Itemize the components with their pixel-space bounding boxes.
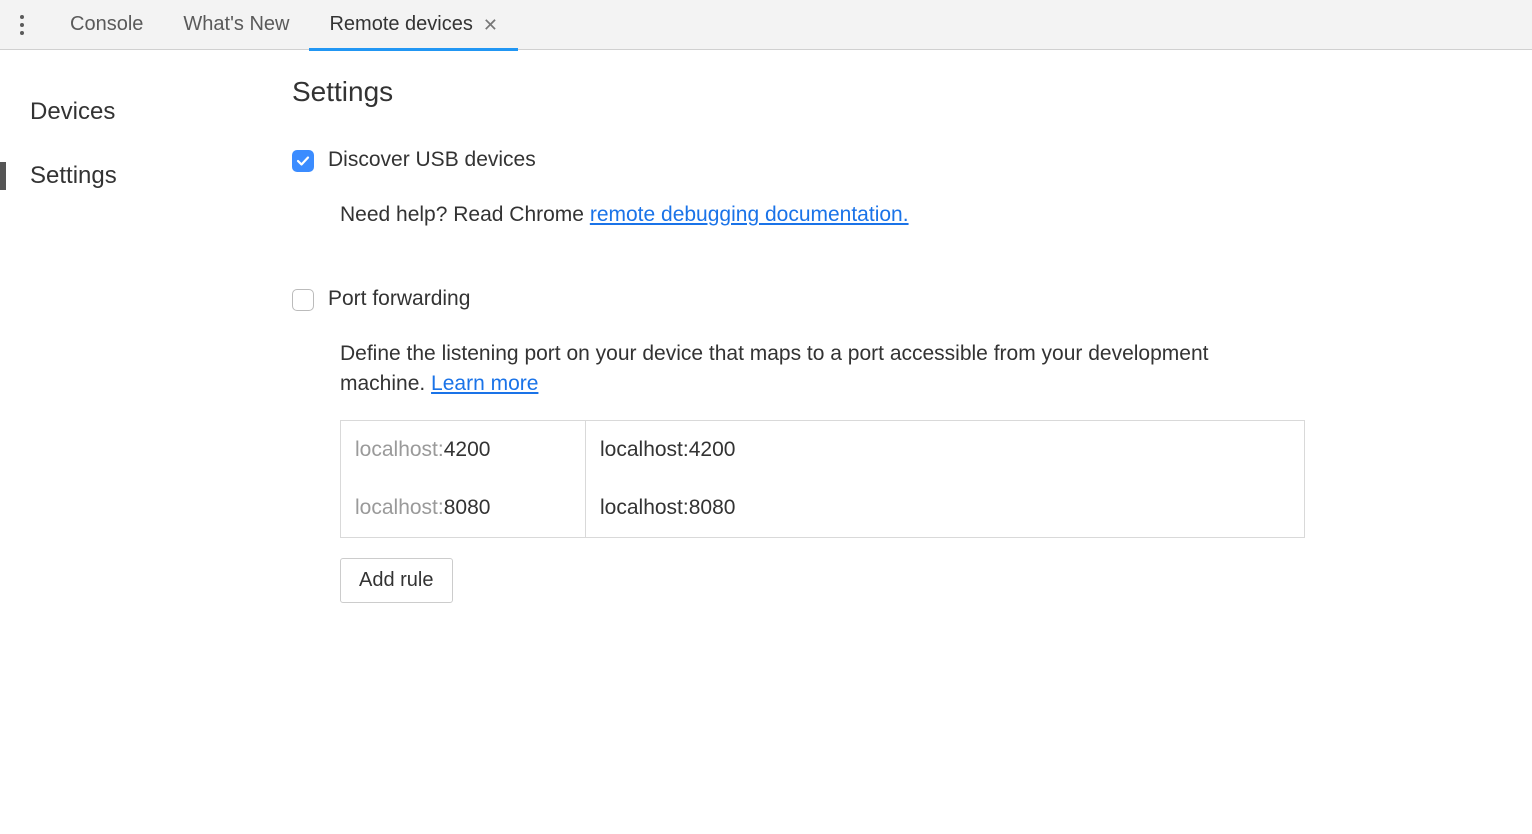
host-muted: localhost: [355,496,444,520]
address-value: localhost:4200 [600,438,735,462]
port-forwarding-checkbox[interactable] [292,289,314,311]
tab-bar: Console What's New Remote devices ✕ [0,0,1532,50]
port-forwarding-label: Port forwarding [328,287,470,311]
discover-help-text: Need help? Read Chrome remote debugging … [340,200,1210,229]
sidebar-item-devices[interactable]: Devices [0,80,270,144]
port-value: 8080 [444,496,491,520]
local-address-cell[interactable]: localhost:4200 [586,421,1304,479]
page-title: Settings [292,76,1502,108]
port-value: 4200 [444,438,491,462]
close-icon[interactable]: ✕ [483,16,498,34]
help-prefix: Need help? Read Chrome [340,203,590,226]
more-menu-button[interactable] [8,11,36,39]
sidebar-item-label: Devices [30,98,115,125]
address-value: localhost:8080 [600,496,735,520]
tab-label: What's New [183,13,289,36]
host-muted: localhost: [355,438,444,462]
more-vertical-icon [19,14,25,36]
sidebar: Devices Settings [0,50,270,834]
tab-remote-devices[interactable]: Remote devices ✕ [309,0,518,50]
port-forwarding-table: localhost:4200 localhost:4200 localhost:… [340,420,1305,538]
device-port-cell[interactable]: localhost:8080 [341,479,586,537]
tab-console[interactable]: Console [50,0,163,50]
sidebar-item-label: Settings [30,162,117,189]
discover-usb-checkbox[interactable] [292,150,314,172]
learn-more-link[interactable]: Learn more [431,372,538,395]
tab-whats-new[interactable]: What's New [163,0,309,50]
discover-usb-label: Discover USB devices [328,148,536,172]
device-port-cell[interactable]: localhost:4200 [341,421,586,479]
main-content: Settings Discover USB devices Need help?… [270,50,1532,834]
check-icon [296,154,310,168]
table-row[interactable]: localhost:4200 localhost:4200 [341,421,1304,479]
tab-label: Console [70,13,143,36]
remote-debugging-doc-link[interactable]: remote debugging documentation. [590,203,909,226]
local-address-cell[interactable]: localhost:8080 [586,479,1304,537]
table-row[interactable]: localhost:8080 localhost:8080 [341,479,1304,537]
port-forwarding-desc: Define the listening port on your device… [340,339,1210,398]
sidebar-item-settings[interactable]: Settings [0,144,270,208]
add-rule-button[interactable]: Add rule [340,558,453,603]
tab-label: Remote devices [329,13,472,36]
